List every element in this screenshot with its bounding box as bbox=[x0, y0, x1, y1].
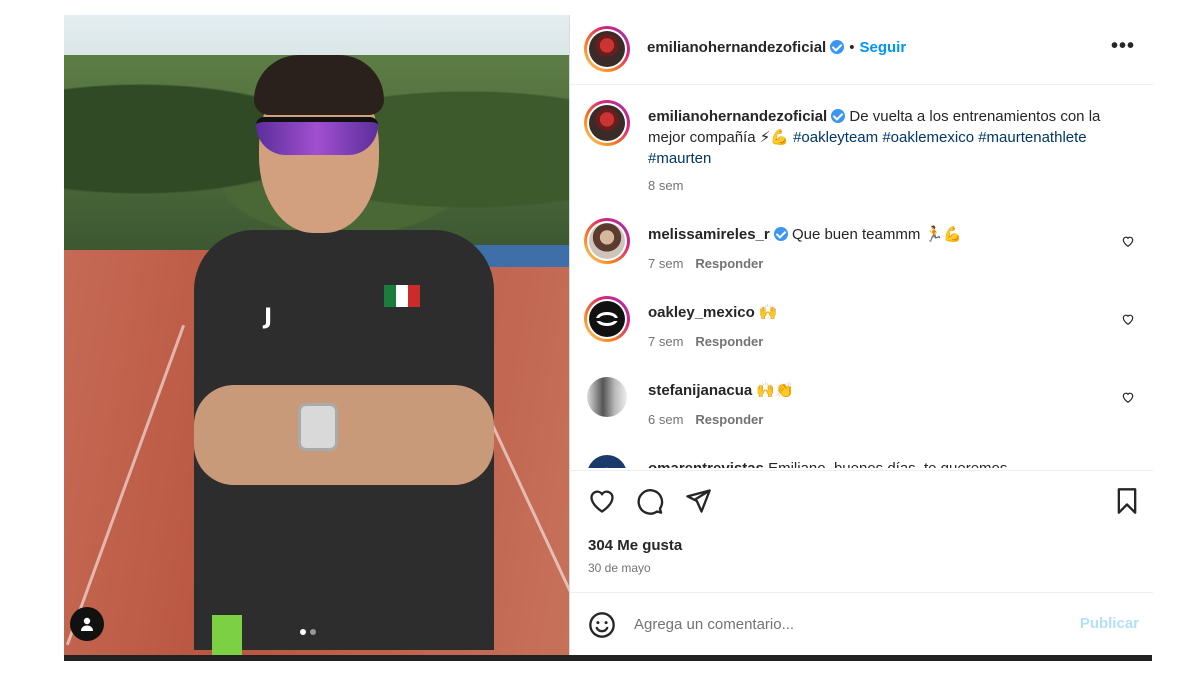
comment-text: melissamireles_r Que buen teammm 🏃💪 bbox=[648, 224, 1128, 245]
comment-body: Emiliano, buenos días, te queremos bbox=[768, 460, 1007, 468]
reply-button[interactable]: Responder bbox=[695, 412, 763, 427]
athlete-shorts-detail bbox=[212, 615, 242, 655]
comment-body: 🙌 bbox=[758, 304, 778, 321]
avatar-image bbox=[589, 223, 625, 259]
author-avatar[interactable] bbox=[584, 26, 630, 72]
comment-icon[interactable] bbox=[636, 487, 664, 515]
post-header: emilianohernandezoficial • Seguir ••• bbox=[570, 15, 1153, 85]
comment-avatar[interactable] bbox=[584, 218, 630, 264]
feed-strip bbox=[64, 655, 1152, 661]
comment-meta: 7 sem Responder bbox=[648, 256, 763, 271]
author-username[interactable]: emilianohernandezoficial bbox=[647, 39, 826, 56]
carousel-indicator bbox=[300, 629, 316, 635]
comment-text: oakley_mexico 🙌 bbox=[648, 302, 1128, 323]
hashtag-link[interactable]: #oakleyteam bbox=[793, 129, 878, 146]
comment-time: 7 sem bbox=[648, 256, 684, 271]
follow-button[interactable]: Seguir bbox=[859, 39, 906, 56]
like-count[interactable]: 304 Me gusta bbox=[588, 537, 682, 554]
caption-text: emilianohernandezoficial De vuelta a los… bbox=[648, 106, 1128, 169]
comment-input[interactable] bbox=[634, 611, 1054, 637]
header-author-line: emilianohernandezoficial • Seguir bbox=[647, 39, 906, 57]
carousel-dot-active bbox=[300, 629, 306, 635]
avatar-image bbox=[589, 31, 625, 67]
like-comment-heart-icon[interactable] bbox=[1121, 390, 1135, 404]
comment-time: 6 sem bbox=[648, 412, 684, 427]
comment-username[interactable]: oakley_mexico bbox=[648, 304, 755, 321]
post-photo[interactable]: J bbox=[64, 15, 569, 655]
athlete-sunglasses bbox=[256, 117, 378, 155]
more-options-icon[interactable]: ••• bbox=[1111, 35, 1135, 58]
bookmark-icon[interactable] bbox=[1113, 487, 1141, 515]
post-actions: 304 Me gusta 30 de mayo bbox=[570, 470, 1153, 590]
comment-body: 🙌👏 bbox=[756, 382, 794, 399]
comment-avatar[interactable] bbox=[584, 296, 630, 342]
comment-meta: 7 sem Responder bbox=[648, 334, 763, 349]
caption-username[interactable]: emilianohernandezoficial bbox=[648, 108, 827, 125]
comment-body: Que buen teammm 🏃💪 bbox=[791, 226, 962, 243]
hashtag-link[interactable]: #maurtenathlete bbox=[978, 129, 1086, 146]
comment-time: 7 sem bbox=[648, 334, 684, 349]
comment-text: stefanijanacua 🙌👏 bbox=[648, 380, 1128, 401]
heart-icon[interactable] bbox=[588, 487, 616, 515]
avatar-image bbox=[589, 105, 625, 141]
comment-avatar[interactable] bbox=[587, 455, 627, 468]
hashtag-link[interactable]: #oaklemexico bbox=[882, 129, 974, 146]
like-comment-heart-icon[interactable] bbox=[1121, 312, 1135, 326]
athlete-watch bbox=[298, 403, 338, 451]
athlete-arms bbox=[194, 385, 494, 485]
comment-text: omarentrevistas Emiliano, buenos días, t… bbox=[648, 458, 1128, 468]
avatar-image bbox=[589, 301, 625, 337]
caption-avatar[interactable] bbox=[584, 100, 630, 146]
caption-meta: 8 sem bbox=[648, 178, 683, 193]
caption-time: 8 sem bbox=[648, 178, 684, 193]
share-icon[interactable] bbox=[684, 487, 712, 515]
verified-icon bbox=[830, 40, 845, 54]
add-comment-bar: Publicar bbox=[570, 592, 1153, 655]
hashtag-link[interactable]: #maurten bbox=[648, 150, 711, 167]
post-detail-panel: emilianohernandezoficial • Seguir ••• emil… bbox=[569, 15, 1153, 655]
comment-username[interactable]: stefanijanacua bbox=[648, 382, 752, 399]
comment-avatar[interactable] bbox=[587, 377, 627, 417]
verified-icon bbox=[773, 227, 788, 241]
carousel-dot bbox=[310, 629, 316, 635]
post-date: 30 de mayo bbox=[588, 561, 651, 575]
comment-meta: 6 sem Responder bbox=[648, 412, 763, 427]
publish-button[interactable]: Publicar bbox=[1080, 615, 1139, 632]
reply-button[interactable]: Responder bbox=[695, 334, 763, 349]
like-comment-heart-icon[interactable] bbox=[1121, 234, 1135, 248]
mexico-flag-patch bbox=[384, 285, 420, 307]
comments-list[interactable]: emilianohernandezoficial De vuelta a los… bbox=[570, 86, 1153, 468]
shirt-logo: J bbox=[264, 305, 273, 330]
verified-icon bbox=[831, 109, 846, 123]
photo-athlete: J bbox=[194, 55, 514, 655]
emoji-icon[interactable] bbox=[588, 611, 616, 639]
comment-username[interactable]: omarentrevistas bbox=[648, 460, 764, 468]
athlete-hair bbox=[254, 55, 384, 115]
separator-dot: • bbox=[849, 39, 855, 56]
comment-username[interactable]: melissamireles_r bbox=[648, 226, 770, 243]
reply-button[interactable]: Responder bbox=[695, 256, 763, 271]
user-tag-icon[interactable] bbox=[70, 607, 104, 641]
